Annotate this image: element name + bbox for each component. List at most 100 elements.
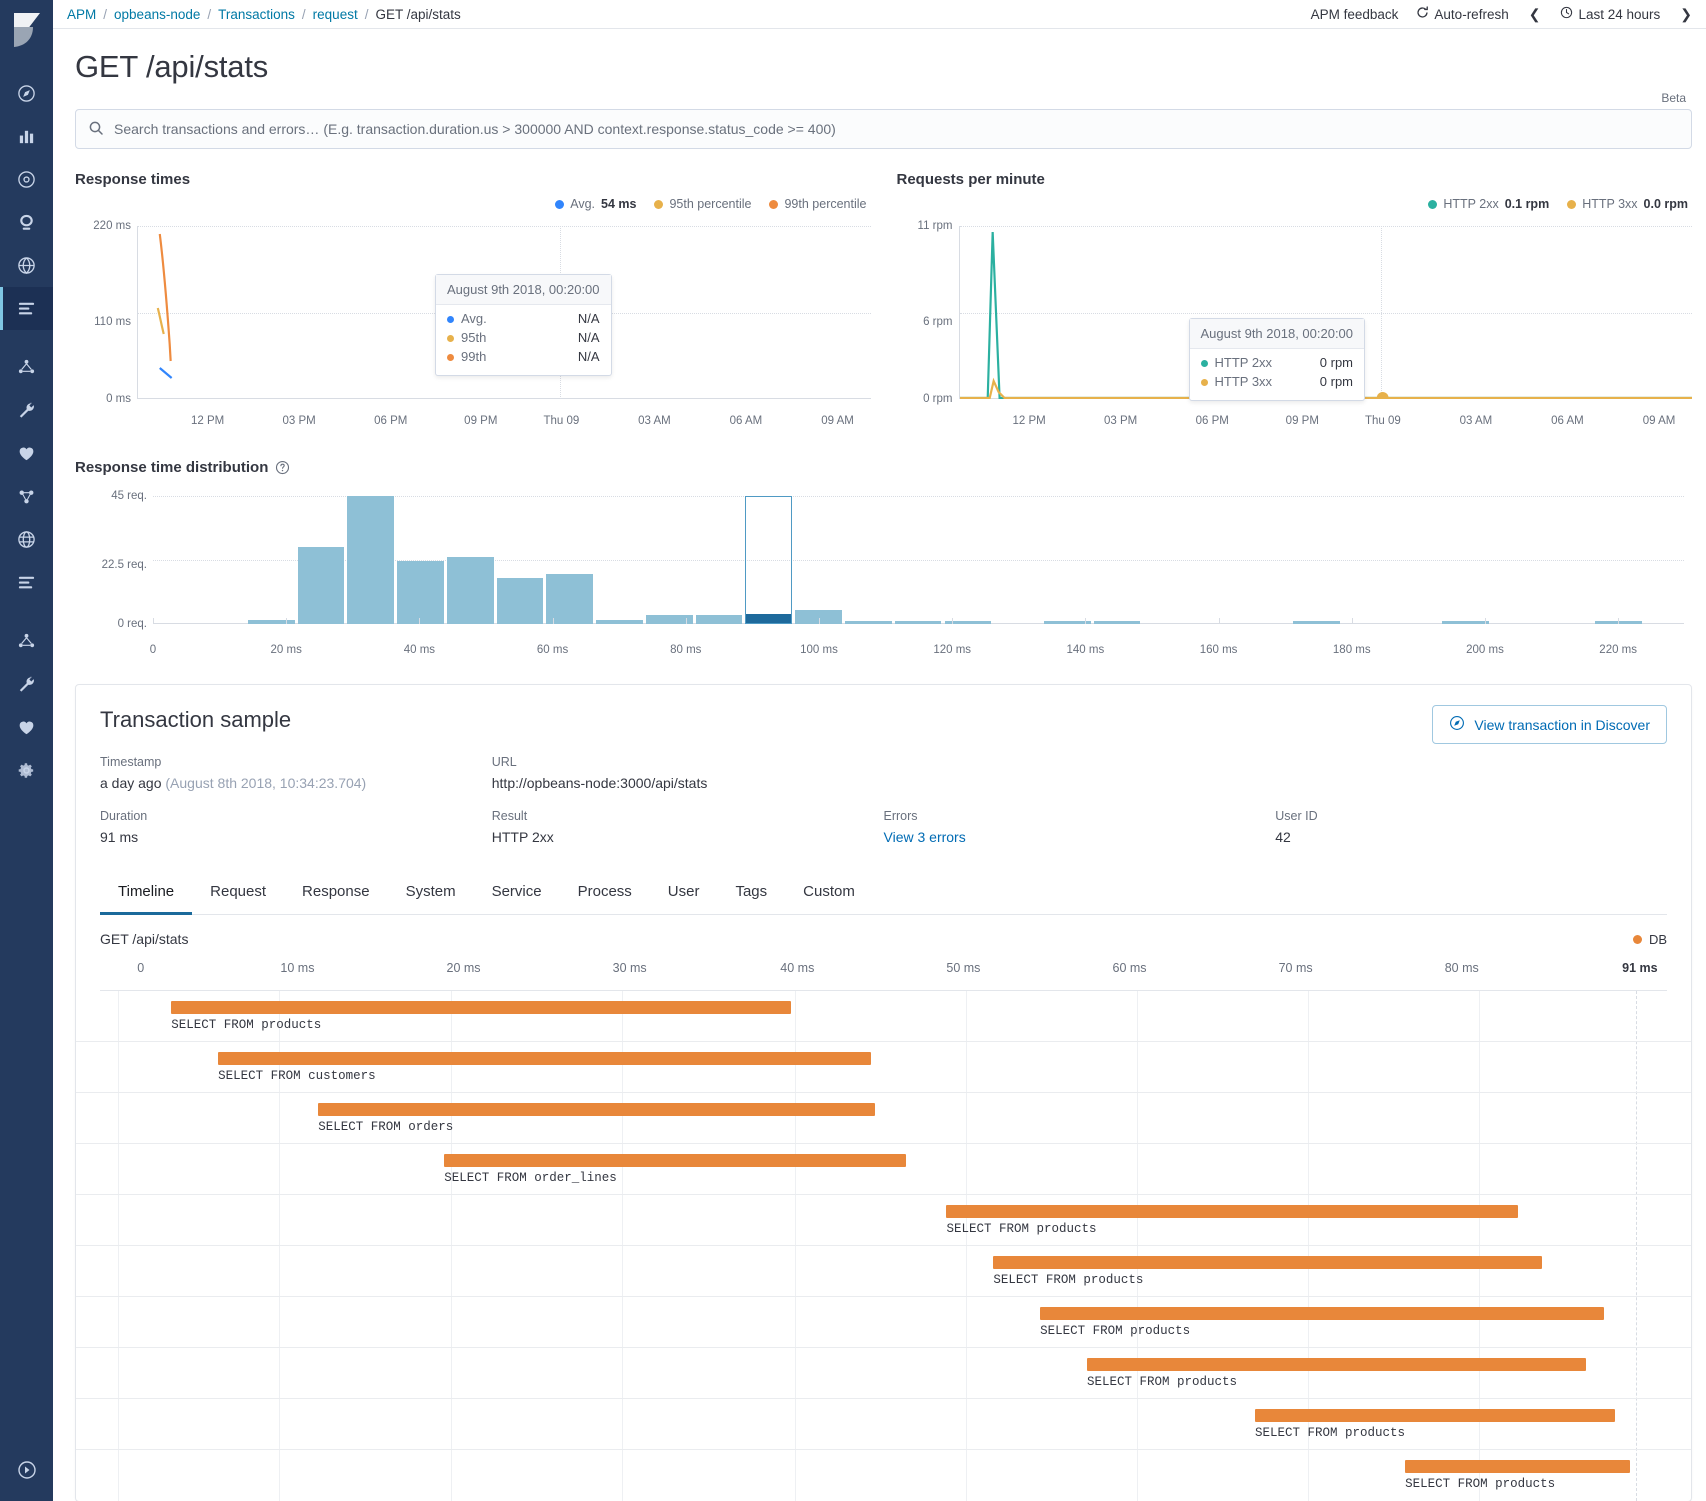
question-circle-icon[interactable] xyxy=(275,460,290,475)
rt-tooltip-title: August 9th 2018, 00:20:00 xyxy=(436,275,611,305)
dist-bar[interactable] xyxy=(297,547,345,624)
sidebar-item-maps[interactable] xyxy=(0,518,53,561)
discover-icon xyxy=(1449,715,1465,734)
view-errors-link[interactable]: View 3 errors xyxy=(884,829,1276,845)
span-bar[interactable] xyxy=(1405,1460,1630,1473)
sidebar-item-dashboard[interactable] xyxy=(0,158,53,201)
time-next-button[interactable]: ❯ xyxy=(1678,6,1694,23)
tab-timeline[interactable]: Timeline xyxy=(100,873,193,915)
span-bar[interactable] xyxy=(171,1001,792,1014)
span-bar[interactable] xyxy=(1254,1409,1616,1422)
dist-bar[interactable] xyxy=(397,561,444,624)
legend-item-p99[interactable]: 99th percentile xyxy=(769,197,867,211)
dist-bar[interactable] xyxy=(596,619,643,624)
sidebar-item-machine-learning[interactable] xyxy=(0,346,53,389)
tab-response[interactable]: Response xyxy=(284,873,388,915)
legend-item-http-2xx[interactable]: HTTP 2xx 0.1 rpm xyxy=(1428,197,1549,211)
span-bar[interactable] xyxy=(1086,1358,1587,1371)
response-times-plot[interactable]: 220 ms 110 ms 0 ms 12 PM 03 PM 06 PM 09 … xyxy=(75,218,871,433)
timeline-span-row[interactable]: SELECT FROM order_lines xyxy=(76,1144,1691,1195)
timeline-span-row[interactable]: SELECT FROM products xyxy=(76,1297,1691,1348)
sidebar-item-ml-jobs[interactable] xyxy=(0,620,53,663)
rpm-tooltip-name-2xx: HTTP 2xx xyxy=(1214,355,1273,370)
sidebar-item-management[interactable] xyxy=(0,749,53,792)
dist-bar[interactable] xyxy=(1292,621,1340,624)
meta-label-url: URL xyxy=(491,755,517,769)
breadcrumb-apm[interactable]: APM xyxy=(67,7,96,22)
span-bar[interactable] xyxy=(218,1052,871,1065)
tab-tags[interactable]: Tags xyxy=(717,873,785,915)
meta-value-url: http://opbeans-node:3000/api/stats xyxy=(491,775,708,791)
apm-transaction-details-page: APM / opbeans-node / Transactions / requ… xyxy=(0,0,1706,1501)
dist-bar-selected[interactable] xyxy=(745,614,793,624)
meta-errors: Errors View 3 errors xyxy=(884,809,1276,845)
time-prev-button[interactable]: ❮ xyxy=(1527,6,1543,23)
sidebar-item-apm[interactable] xyxy=(0,287,53,330)
nav-collapse-button[interactable] xyxy=(0,1460,53,1483)
kibana-logo[interactable] xyxy=(0,0,53,60)
view-in-discover-button[interactable]: View transaction in Discover xyxy=(1432,705,1667,744)
timeline-tick-10: 10 ms xyxy=(280,961,315,975)
sidebar-item-graph[interactable] xyxy=(0,475,53,518)
dist-bar[interactable] xyxy=(446,557,494,624)
apm-feedback-link[interactable]: APM feedback xyxy=(1311,7,1399,22)
span-bar[interactable] xyxy=(946,1205,1519,1218)
tab-system[interactable]: System xyxy=(388,873,474,915)
sidebar-item-logs[interactable] xyxy=(0,561,53,604)
timeline-span-row[interactable]: SELECT FROM products xyxy=(76,1246,1691,1297)
tab-process[interactable]: Process xyxy=(560,873,650,915)
sidebar-item-devtools[interactable] xyxy=(0,389,53,432)
breadcrumb-service[interactable]: opbeans-node xyxy=(114,7,200,22)
legend-item-http-3xx[interactable]: HTTP 3xx 0.0 rpm xyxy=(1567,197,1688,211)
sidebar-item-timelion[interactable] xyxy=(0,201,53,244)
sidebar-item-monitoring[interactable] xyxy=(0,432,53,475)
span-bar[interactable] xyxy=(993,1256,1543,1269)
timeline-span-row[interactable]: SELECT FROM orders xyxy=(76,1093,1691,1144)
timeline-span-row[interactable]: SELECT FROM products xyxy=(76,1195,1691,1246)
legend-item-avg[interactable]: Avg. 54 ms xyxy=(555,197,636,211)
timeline-legend-db[interactable]: DB xyxy=(1632,932,1667,947)
tab-user[interactable]: User xyxy=(650,873,718,915)
timeline-span-row[interactable]: SELECT FROM products xyxy=(76,1348,1691,1399)
timeline-span-row[interactable]: SELECT FROM products xyxy=(76,991,1691,1042)
span-bar[interactable] xyxy=(444,1154,907,1167)
sidebar-item-monitoring-2[interactable] xyxy=(0,706,53,749)
rpm-plot[interactable]: 11 rpm 6 rpm 0 rpm 12 PM 03 PM 06 PM 09 … xyxy=(897,218,1692,433)
dist-bar[interactable] xyxy=(695,615,743,624)
dist-bar[interactable] xyxy=(1093,621,1141,624)
tab-service[interactable]: Service xyxy=(474,873,560,915)
sidebar-item-discover[interactable] xyxy=(0,72,53,115)
sidebar-item-canvas[interactable] xyxy=(0,244,53,287)
dist-bar[interactable] xyxy=(894,621,942,624)
response-times-legend: Avg. 54 ms 95th percentile 99th percenti… xyxy=(75,196,871,212)
legend-dot-p95 xyxy=(654,199,664,209)
dist-bar[interactable] xyxy=(1442,621,1489,624)
span-bar[interactable] xyxy=(318,1103,876,1116)
timeline-span-row[interactable]: SELECT FROM customers xyxy=(76,1042,1691,1093)
dist-bar[interactable] xyxy=(247,619,295,624)
distribution-plot[interactable]: 45 req. 22.5 req. 0 req. 0 20 ms 40 ms 6… xyxy=(75,486,1692,666)
dist-xtick-220: 220 ms xyxy=(1599,644,1638,656)
sidebar-item-devtools-2[interactable] xyxy=(0,663,53,706)
span-bar[interactable] xyxy=(1040,1307,1604,1320)
legend-value-avg: 54 ms xyxy=(601,197,637,211)
search-bar[interactable] xyxy=(75,109,1692,149)
view-in-discover-label: View transaction in Discover xyxy=(1474,716,1650,733)
tab-request[interactable]: Request xyxy=(192,873,284,915)
search-input[interactable] xyxy=(114,121,1679,137)
breadcrumb-request[interactable]: request xyxy=(313,7,358,22)
dist-bar[interactable] xyxy=(546,574,594,624)
timeline-span-row[interactable]: SELECT FROM products xyxy=(76,1399,1691,1450)
tab-custom[interactable]: Custom xyxy=(785,873,873,915)
legend-item-p95[interactable]: 95th percentile xyxy=(654,197,751,211)
auto-refresh-button[interactable]: Auto-refresh xyxy=(1416,6,1509,22)
time-range-button[interactable]: Last 24 hours xyxy=(1560,6,1660,22)
timeline-span-row[interactable]: SELECT FROM products xyxy=(76,1450,1691,1501)
dist-bar[interactable] xyxy=(1044,621,1091,624)
dist-bar[interactable] xyxy=(347,496,395,624)
dist-bar[interactable] xyxy=(496,578,544,624)
rpm-tooltip-body: HTTP 2xx 0 rpm HTTP 3xx 0 rpm xyxy=(1190,349,1365,400)
dist-bar[interactable] xyxy=(845,621,892,624)
breadcrumb-transactions[interactable]: Transactions xyxy=(218,7,295,22)
sidebar-item-visualize[interactable] xyxy=(0,115,53,158)
